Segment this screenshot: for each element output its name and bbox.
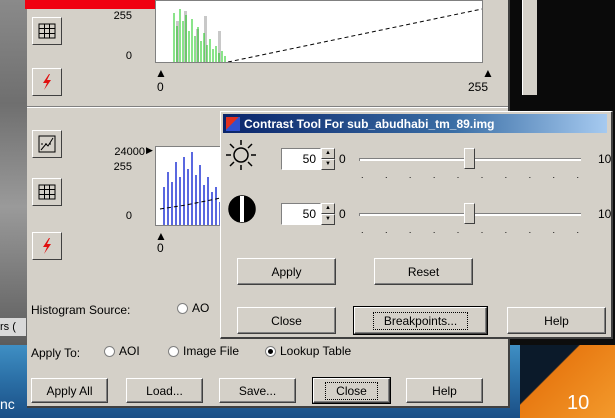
breakpoints-button[interactable]: Breakpoints... xyxy=(353,306,488,335)
breakpoints-button-label: Breakpoints... xyxy=(372,311,469,330)
save-button[interactable]: Save... xyxy=(219,378,296,403)
histogram-source-aoi-radio[interactable]: AO xyxy=(177,301,209,315)
brightness-down[interactable]: ▼ xyxy=(321,159,335,170)
brightness-ticks: .......... xyxy=(361,170,579,180)
apply-to-aoi-radio[interactable]: AOI xyxy=(104,344,140,358)
contrast-slider-thumb[interactable] xyxy=(464,203,475,224)
bottom-y-max-label: 255 xyxy=(113,161,132,173)
load-button[interactable]: Load... xyxy=(126,378,203,403)
brightness-spinner[interactable]: 50 ▲ ▼ xyxy=(281,148,335,170)
close-button-label: Close xyxy=(325,381,378,400)
radio-button-selected[interactable] xyxy=(265,345,276,357)
contrast-icon xyxy=(228,195,256,223)
dialog-title-bar[interactable]: Contrast Tool For sub_abudhabi_tm_89.img xyxy=(223,114,607,133)
brightness-value[interactable]: 50 xyxy=(281,148,321,170)
dialog-close-button[interactable]: Close xyxy=(237,307,336,334)
dialog-help-button[interactable]: Help xyxy=(507,307,606,334)
close-button[interactable]: Close xyxy=(312,377,391,404)
contrast-ticks: .......... xyxy=(361,225,579,235)
curve-edit-icon xyxy=(38,135,56,153)
apply-button[interactable]: Apply xyxy=(237,258,336,285)
radio-button[interactable] xyxy=(177,302,188,314)
lightning-icon xyxy=(43,238,51,254)
table-view-button-2[interactable] xyxy=(32,178,62,206)
right-scrollbar[interactable] xyxy=(522,0,537,95)
brightness-up[interactable]: ▲ xyxy=(321,148,335,159)
brightness-icon xyxy=(226,140,256,170)
top-x-max-marker[interactable]: ▲ xyxy=(482,66,494,80)
grid-icon xyxy=(38,23,56,39)
top-histogram-plot xyxy=(155,0,483,63)
app-icon xyxy=(226,116,240,131)
table-view-button[interactable] xyxy=(32,17,62,45)
top-histogram-graph xyxy=(173,8,482,62)
reset-lookup-button[interactable] xyxy=(32,232,62,260)
radio-button[interactable] xyxy=(104,345,115,357)
top-x-max-label: 255 xyxy=(468,80,489,94)
top-x-min-label: 0 xyxy=(157,80,164,94)
apply-to-label: Apply To: xyxy=(31,346,81,360)
help-button[interactable]: Help xyxy=(406,378,483,403)
top-x-min-marker[interactable]: ▲ xyxy=(155,66,167,80)
top-y-max-label: 255 xyxy=(113,10,132,22)
bottom-y-count-label: 24000 xyxy=(114,146,145,158)
contrast-tool-dialog: Contrast Tool For sub_abudhabi_tm_89.img… xyxy=(220,111,613,339)
brightness-slider-thumb[interactable] xyxy=(464,148,475,169)
contrast-value[interactable]: 50 xyxy=(281,203,321,225)
brightness-min-label: 0 xyxy=(339,152,346,166)
bottom-x-min-label: 0 xyxy=(157,241,164,255)
apply-to-image-file-radio[interactable]: Image File xyxy=(168,344,239,358)
grid-icon xyxy=(38,184,56,200)
apply-to-lookup-table-radio[interactable]: Lookup Table xyxy=(265,344,351,358)
contrast-spinner[interactable]: 50 ▲ ▼ xyxy=(281,203,335,225)
reset-histogram-button[interactable] xyxy=(32,68,62,96)
reset-button[interactable]: Reset xyxy=(374,258,473,285)
lightning-icon xyxy=(43,74,51,90)
dialog-title: Contrast Tool For sub_abudhabi_tm_89.img xyxy=(244,116,495,131)
top-y-min-label: 0 xyxy=(125,50,132,62)
breakpoint-edit-button[interactable] xyxy=(32,130,62,158)
left-text-fragment: nc xyxy=(0,396,15,412)
background-image-strip xyxy=(0,0,27,345)
histogram-source-label: Histogram Source: xyxy=(31,303,131,317)
contrast-min-label: 0 xyxy=(339,207,346,221)
apply-all-button[interactable]: Apply All xyxy=(31,378,108,403)
bottom-y-min-label: 0 xyxy=(125,210,132,222)
contrast-max-label: 10 xyxy=(598,207,612,221)
brightness-max-label: 10 xyxy=(598,152,612,166)
radio-button[interactable] xyxy=(168,345,179,357)
contrast-up[interactable]: ▲ xyxy=(321,203,335,214)
contrast-down[interactable]: ▼ xyxy=(321,214,335,225)
left-window-fragment: rs ( xyxy=(0,318,26,336)
section-divider xyxy=(27,106,508,108)
slide-number: 10 xyxy=(567,392,590,414)
bottom-y-count-marker: ▶ xyxy=(146,145,153,155)
